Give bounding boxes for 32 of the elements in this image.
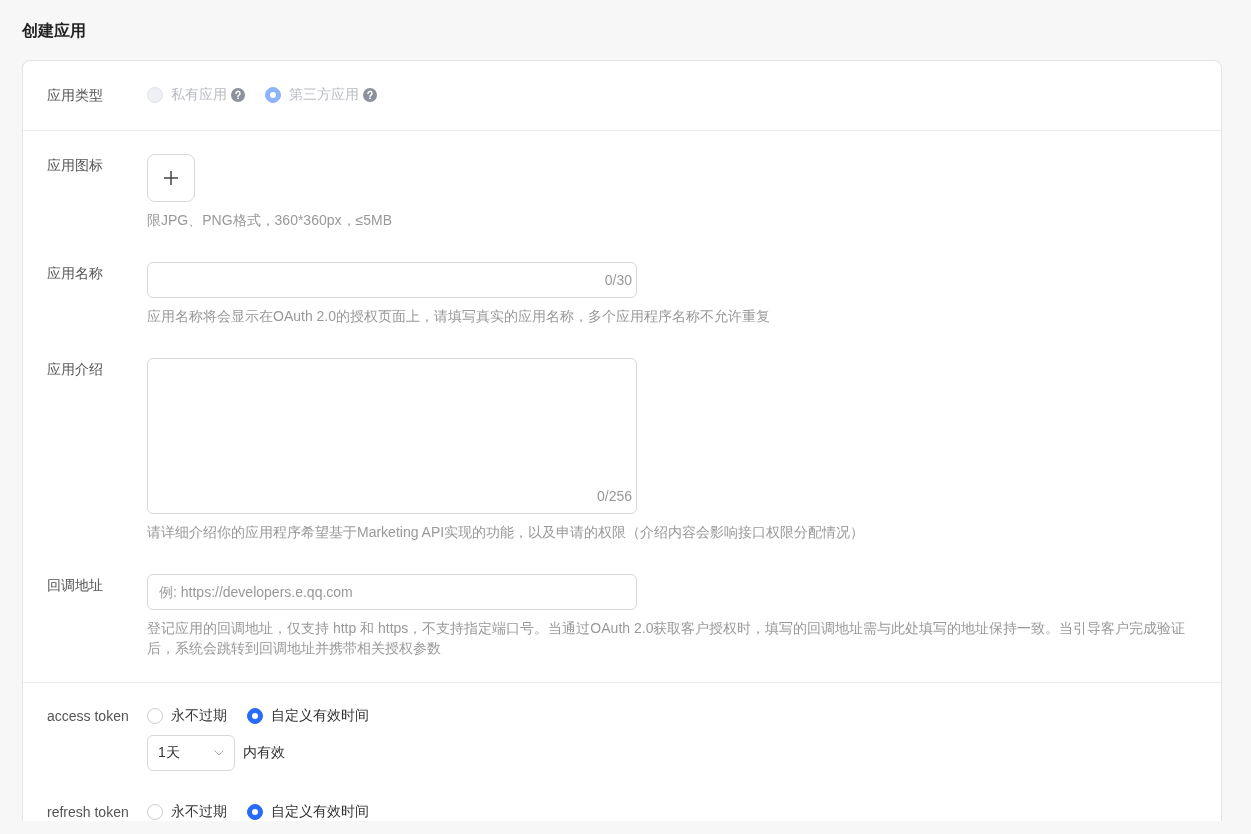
field-label: 应用名称 [47,264,104,283]
field-label: 应用介绍 [47,360,104,379]
text-area[interactable] [147,358,637,514]
help-text: 请详细介绍你的应用程序希望基于Marketing API实现的功能，以及申请的权限（介绍内容会影响接口权限分配情况） [147,523,866,542]
validity-label: 内有效 [243,744,285,762]
chevron-down-icon [214,750,224,756]
radio-label[interactable]: 自定义有效时间 [271,803,369,821]
radio-button[interactable] [247,708,263,724]
help-text: 登记应用的回调地址，仅支持 http 和 https，不支持指定端口号。当通过OAuth 2.0获取客户授权时，填写的回调地址需与此处填写的地址保持一致。当引导客户完成验证后，系统会跳转到回调地址并携带相关授权参数 [147,619,1187,658]
radio-label[interactable]: 永不过期 [171,707,227,725]
plus-icon [164,171,178,185]
radio-label[interactable]: 永不过期 [171,803,227,821]
radio-button[interactable] [247,804,263,820]
duration-select[interactable]: 1天 [147,735,235,771]
field-label: refresh token [47,803,130,821]
radio-button[interactable] [147,708,163,724]
input-field[interactable]: 例: https://developers.e.qq.com [147,574,637,610]
help-text: 应用名称将会显示在OAuth 2.0的授权页面上，请填写真实的应用名称，多个应用程序名称不允许重复 [147,307,772,326]
input-field[interactable] [147,262,637,298]
upload-button[interactable] [147,154,195,202]
field-label: 回调地址 [47,576,104,595]
field-label: access token [47,707,130,726]
help-icon [363,88,377,102]
character-counter: 0/256 [596,487,632,506]
radio-label[interactable]: 自定义有效时间 [271,707,369,725]
help-icon [231,88,245,102]
radio-button[interactable] [147,804,163,820]
help-text: 限JPG、PNG格式，360*360px，≤5MB [147,211,393,230]
field-label: 应用图标 [47,156,104,175]
character-counter: 0/30 [604,271,632,290]
page-title: 创建应用 [22,21,87,41]
field-label: 应用类型 [47,86,104,105]
